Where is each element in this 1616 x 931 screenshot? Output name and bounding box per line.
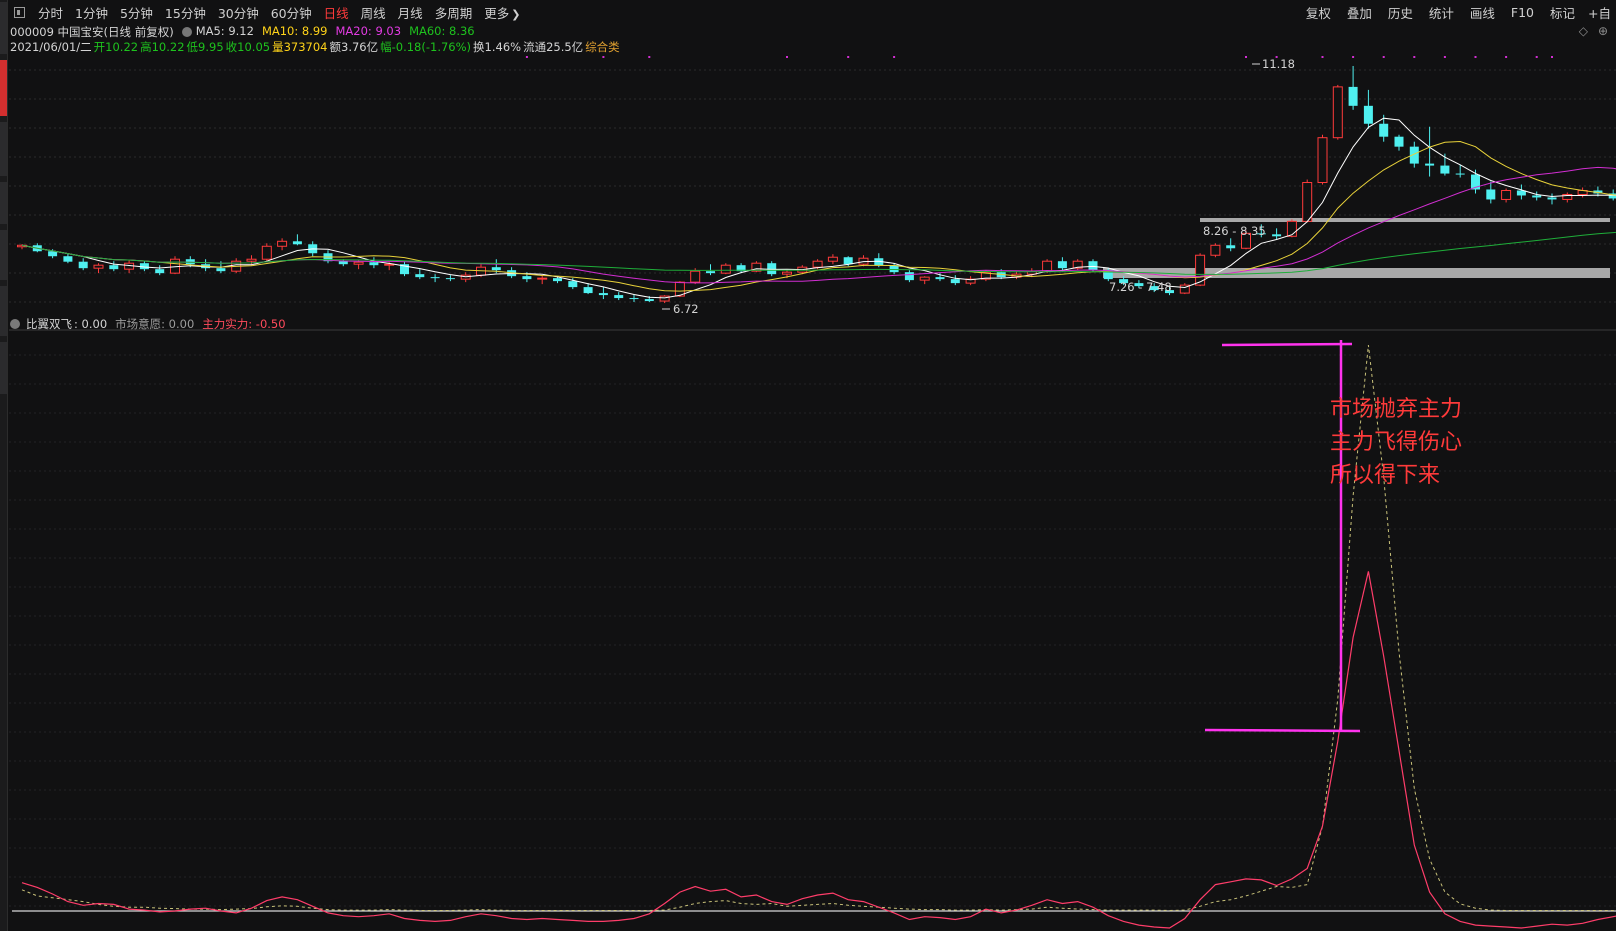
candle-body-up <box>1210 244 1221 256</box>
candle-body-down <box>568 281 578 288</box>
annotation-line: 主力飞得伤心 <box>1330 430 1463 455</box>
candle-body-down <box>522 276 532 280</box>
candle-body-down <box>1425 163 1435 166</box>
candle-body-up <box>1501 189 1512 200</box>
indicator-name[interactable]: 比翼双飞 <box>26 316 72 332</box>
signal-dot <box>893 56 896 58</box>
candle-body-down <box>904 272 914 281</box>
candle-body-down <box>950 279 960 284</box>
main-force-value: 主力实力: -0.50 <box>202 317 286 331</box>
candle-body-down <box>1486 189 1496 200</box>
candle-body-down <box>63 256 73 262</box>
candle-body-up <box>812 260 823 268</box>
signal-dots <box>525 56 1553 58</box>
signal-dot <box>786 56 788 58</box>
candle-body-up <box>1332 86 1343 139</box>
stock-chart-app: 分时 1分钟 5分钟 15分钟 30分钟 60分钟 日线 周线 月线 多周期 更… <box>0 0 1616 931</box>
candle-body-down <box>1272 234 1282 237</box>
candle-body-down <box>109 265 119 270</box>
candle-body-up <box>1302 182 1313 222</box>
candle-body-up <box>782 271 792 275</box>
candle-body-up <box>93 264 104 269</box>
annotation-line: 所以得下来 <box>1330 463 1441 488</box>
signal-dot <box>1413 56 1416 58</box>
signal-dot <box>648 56 651 58</box>
candle-body-down <box>155 269 165 274</box>
candle-body-down <box>614 295 624 299</box>
candle-body-up <box>261 245 272 260</box>
candle-body-up <box>919 276 930 281</box>
candle-body-down <box>292 241 302 245</box>
candle-body-down <box>430 277 440 279</box>
market-will-value: 市场意愿: 0.00 <box>115 317 195 331</box>
candle-body-down <box>1226 245 1236 249</box>
main-force-line <box>21 571 1616 929</box>
signal-dot <box>1551 56 1553 58</box>
annotation-line: 市场抛弃主力 <box>1330 397 1463 422</box>
indicator-value: : 0.00 <box>74 317 108 331</box>
upper-zone-label: 8.26 - 8.35 <box>1203 224 1266 238</box>
signal-dot <box>1535 56 1538 58</box>
candle-body-down <box>445 278 455 280</box>
candle-body-up <box>246 258 257 262</box>
candle-body-up <box>659 295 670 302</box>
handwritten-annotation: 市场抛弃主力 主力飞得伤心 所以得下来 <box>1330 393 1462 492</box>
candle-body-down <box>216 268 226 272</box>
candle-body-up <box>537 277 548 280</box>
upper-support-zone <box>1200 218 1610 222</box>
candle-body-down <box>583 287 593 294</box>
signal-dot <box>602 56 605 58</box>
signal-dot <box>1505 56 1508 58</box>
lower-zone-label: 7.26 - 7.48 <box>1109 280 1172 294</box>
candle-body-down <box>1379 123 1389 137</box>
support-zones <box>1103 218 1610 278</box>
bracket-bottom <box>1204 728 1361 733</box>
candle-body-down <box>1532 195 1542 198</box>
candle-body-down <box>843 257 853 265</box>
signal-dot <box>847 56 850 58</box>
candle-body-up <box>1042 260 1053 272</box>
candle-body-down <box>553 278 562 282</box>
candle-body-down <box>1455 173 1465 175</box>
bracket-top <box>1221 342 1353 347</box>
candle-body-up <box>277 240 288 247</box>
candle-body-up <box>827 256 838 262</box>
candle-body-down <box>491 267 501 271</box>
candle-body-down <box>1394 136 1404 147</box>
candle-body-down <box>48 251 58 257</box>
candle-body-down <box>935 277 945 280</box>
candle-body-down <box>1440 165 1450 174</box>
candle-body-down <box>706 271 715 274</box>
candle-body-down <box>629 298 639 300</box>
candle-body-down <box>78 261 88 269</box>
signal-dot <box>1382 56 1385 58</box>
signal-dot <box>1321 56 1324 58</box>
signal-dot <box>1443 56 1446 58</box>
candle-body-down <box>1057 261 1067 269</box>
candle-body-down <box>415 274 425 278</box>
candle-body-down <box>598 293 608 296</box>
candle-body-down <box>1088 261 1098 271</box>
candle-body-up <box>720 264 731 274</box>
signal-dot <box>1474 56 1477 58</box>
signal-dot <box>1352 56 1355 58</box>
candle-body-down <box>1363 105 1373 124</box>
candle-body-down <box>338 261 348 265</box>
candle-body-down <box>1348 86 1358 106</box>
candle-body-down <box>1547 197 1557 200</box>
candle-body-down <box>369 262 379 266</box>
indicator-header: 比翼双飞 : 0.00 市场意愿: 0.00 主力实力: -0.50 <box>10 316 294 332</box>
candle-body-down <box>767 263 777 275</box>
candle-body-up <box>1317 137 1328 184</box>
candle-body-down <box>644 299 654 302</box>
candle-body-up <box>690 270 701 283</box>
low-price-label: 6.72 <box>673 302 699 316</box>
candle-body-down <box>139 263 149 270</box>
candle-body-up <box>353 261 364 265</box>
high-price-label: 11.18 <box>1262 57 1295 71</box>
indicator-settings-icon[interactable] <box>10 319 20 329</box>
signal-dot <box>525 56 528 58</box>
signal-dot <box>1245 56 1247 58</box>
